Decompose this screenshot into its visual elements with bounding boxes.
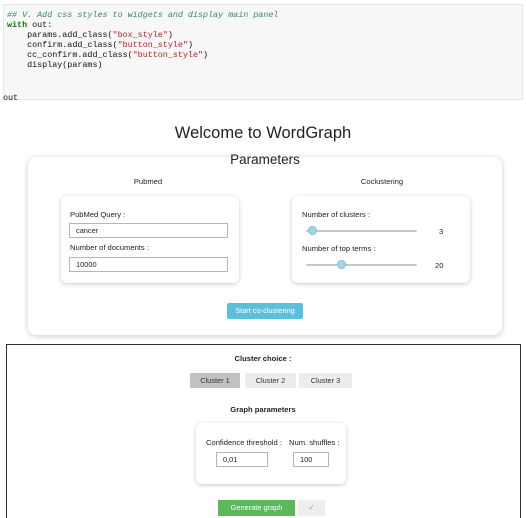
coclustering-title: Coclustering (360, 177, 404, 186)
top-terms-label: Number of top terms : (302, 244, 376, 253)
top-terms-slider-track[interactable] (306, 264, 417, 266)
top-terms-slider-handle[interactable] (337, 260, 346, 269)
graph-parameters-box: Confidence threshold : Num. shuffles : 0… (196, 423, 346, 484)
generate-graph-button[interactable]: Generate graph (218, 500, 295, 516)
num-shuffles-input[interactable]: 100 (293, 452, 329, 467)
graph-parameters-title: Graph parameters (230, 405, 296, 414)
clusters-slider-handle[interactable] (308, 226, 317, 235)
check-button[interactable]: ✓ (298, 500, 325, 516)
code-paren: ) (187, 40, 193, 50)
pubmed-query-input[interactable]: cancer (69, 223, 228, 238)
code-paren: ) (167, 30, 173, 40)
clusters-count-value: 3 (439, 227, 444, 236)
cluster-choice-title: Cluster choice : (234, 354, 292, 363)
clusters-count-label: Number of clusters : (302, 210, 370, 219)
num-shuffles-label: Num. shuffles : (289, 438, 340, 447)
code-line-display: display(params) (7, 60, 103, 70)
notebook-view: ## V. Add css styles to widgets and disp… (0, 0, 526, 518)
top-terms-value: 20 (435, 261, 444, 270)
parameters-title: Parameters (230, 152, 300, 167)
code-cell[interactable]: ## V. Add css styles to widgets and disp… (3, 4, 523, 100)
code-text-out: out: (27, 20, 53, 30)
code-line-cc-confirm: cc_confirm.add_class( (7, 50, 133, 60)
page-title: Welcome to WordGraph (174, 124, 352, 142)
cluster-1-toggle[interactable]: Cluster 1 (190, 373, 240, 388)
code-string-button-style-2: "button_style" (132, 50, 204, 60)
code-comment: ## V. Add css styles to widgets and disp… (7, 10, 279, 20)
coclustering-box: Number of clusters : 3 Number of top ter… (292, 196, 470, 283)
code-string-box-style: "box_style" (112, 30, 168, 40)
code-text: ## V. Add css styles to widgets and disp… (4, 5, 522, 70)
code-line-out: out (3, 93, 19, 103)
pubmed-query-label: PubMed Query : (70, 210, 126, 219)
confidence-threshold-input[interactable]: 0,01 (216, 452, 268, 467)
confidence-threshold-label: Confidence threshold : (206, 438, 282, 447)
documents-count-input[interactable]: 10000 (69, 257, 228, 272)
clusters-slider-track[interactable] (306, 230, 417, 232)
pubmed-title: Pubmed (133, 177, 163, 186)
cluster-2-toggle[interactable]: Cluster 2 (245, 373, 296, 388)
code-line-params: params.add_class( (7, 30, 113, 40)
code-paren: ) (203, 50, 209, 60)
start-coclustering-button[interactable]: Start co-clustering (227, 303, 303, 319)
pubmed-box: PubMed Query : cancer Number of document… (61, 196, 239, 283)
code-string-button-style: "button_style" (117, 40, 188, 50)
code-keyword-with: with (7, 20, 28, 30)
code-line-confirm: confirm.add_class( (7, 40, 118, 50)
cluster-3-toggle[interactable]: Cluster 3 (299, 373, 352, 388)
documents-count-label: Number of documents : (70, 243, 149, 252)
